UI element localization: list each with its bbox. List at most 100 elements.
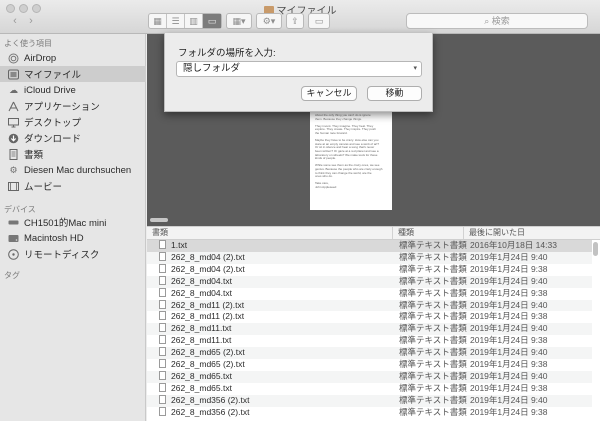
table-row[interactable]: 262_8_md65 (2).txt 標準テキスト書類 2019年1月24日 9… [147,347,592,359]
sidebar-item-label: CH1501的Mac mini [24,218,107,229]
back-button[interactable]: ‹ [8,15,22,28]
file-date: 2019年1月24日 9:38 [470,335,548,346]
sidebar-item-label: Diesen Mac durchsuchen [24,164,132,176]
move-button[interactable]: 移動 [367,86,422,101]
dialog-label: フォルダの場所を入力: [178,48,276,59]
column-view-icon[interactable]: ▥ [185,14,203,28]
search-icon: ⌕ [484,16,490,26]
file-kind: 標準テキスト書類 [399,299,467,310]
coverflow-view-icon[interactable]: ▭ [203,14,221,28]
file-date: 2019年1月24日 9:40 [470,394,548,405]
table-row[interactable]: 262_8_md356 (2).txt 標準テキスト書類 2019年1月24日 … [147,394,592,407]
table-row[interactable]: 262_8_md11.txt 標準テキスト書類 2019年1月24日 9:40 [147,323,592,336]
column-header-kind[interactable]: 種類 [392,227,414,239]
remote-disc-icon [8,248,19,260]
file-name: 262_8_md04.txt [171,287,232,298]
coverflow-scrollbar[interactable] [150,218,168,222]
text-file-icon [159,406,166,416]
sidebar-item-downloads[interactable]: ダウンロード [0,130,146,146]
file-list-scrollbar[interactable] [593,240,599,421]
text-file-icon [159,335,166,345]
gear-icon: ⚙▾ [262,16,276,26]
document-thumbnail[interactable]: About the only thing you can't do is ign… [310,110,392,210]
file-name: 262_8_md65.txt [171,370,232,381]
file-kind: 標準テキスト書類 [399,394,467,405]
file-name: 262_8_md11.txt [171,335,232,346]
file-kind: 標準テキスト書類 [399,382,467,393]
search-input[interactable]: ⌕ 検索 [406,13,588,29]
cloud-icon: ☁ [9,84,18,95]
cancel-button[interactable]: キャンセル [301,86,357,101]
arrange-icon: ▦▾ [232,16,246,26]
table-row[interactable]: 262_8_md356 (2).txt 標準テキスト書類 2019年1月24日 … [147,406,592,419]
table-row[interactable]: 262_8_md65.txt 標準テキスト書類 2019年1月24日 9:40 [147,370,592,383]
column-header-name[interactable]: 書類 [147,227,168,239]
sidebar-item-desktop[interactable]: デスクトップ [0,114,146,130]
table-row[interactable]: 262_8_md04.txt 標準テキスト書類 2019年1月24日 9:38 [147,287,592,300]
tag-icon: ▭ [314,16,324,26]
table-row[interactable]: 262_8_md11 (2).txt 標準テキスト書類 2019年1月24日 9… [147,299,592,312]
text-file-icon [159,263,166,273]
all-files-icon [8,69,19,80]
search-placeholder: 検索 [491,16,510,26]
table-row[interactable]: 262_8_md11.txt 標準テキスト書類 2019年1月24日 9:38 [147,335,592,347]
share-button[interactable]: ⇪ [286,13,304,29]
list-view-icon[interactable]: ☰ [167,14,185,28]
sidebar-item-all-my-files[interactable]: マイファイル [0,66,146,82]
text-file-icon [159,323,166,333]
table-row[interactable]: 1.txt 標準テキスト書類 2016年10月18日 14:33 [147,240,592,252]
table-row[interactable]: 262_8_md65 (2).txt 標準テキスト書類 2019年1月24日 9… [147,359,592,371]
file-name: 262_8_md65 (2).txt [171,359,245,369]
file-date: 2019年1月24日 9:40 [470,299,548,310]
column-header-last-opened[interactable]: 最後に開いた日 [463,227,525,239]
sidebar-item-search-this-mac[interactable]: ⚙ Diesen Mac durchsuchen [0,162,146,178]
file-kind: 標準テキスト書類 [399,359,467,369]
text-file-icon [159,251,166,261]
sidebar-item-mac-mini[interactable]: CH1501的Mac mini [0,214,146,230]
table-row[interactable]: 262_8_md04 (2).txt 標準テキスト書類 2019年1月24日 9… [147,263,592,276]
computer-icon [8,217,19,228]
preview-caption: 1.txt [342,196,360,206]
file-name: 262_8_md356 (2).txt [171,394,250,405]
folder-path-value: 隠しフォルダ [183,63,241,74]
text-file-icon [159,287,166,297]
sidebar-item-remote-disc[interactable]: リモートディスク [0,246,146,262]
file-date: 2019年1月24日 9:40 [470,251,548,262]
folder-path-input[interactable]: 隠しフォルダ ▾ [176,61,422,77]
file-kind: 標準テキスト書類 [399,263,467,274]
view-mode-selector[interactable]: ▦ ☰ ▥ ▭ [148,13,222,29]
tags-button[interactable]: ▭ [308,13,330,29]
table-row[interactable]: 262_8_md11 (2).txt 標準テキスト書類 2019年1月24日 9… [147,311,592,323]
file-kind: 標準テキスト書類 [399,323,467,334]
file-kind: 標準テキスト書類 [399,240,467,250]
sidebar-item-icloud-drive[interactable]: ☁ iCloud Drive [0,82,146,98]
sidebar-item-label: AirDrop [24,52,57,64]
action-button[interactable]: ⚙▾ [256,13,282,29]
chevron-down-icon[interactable]: ▾ [413,62,417,76]
sidebar-item-movies[interactable]: ムービー [0,178,146,194]
forward-button[interactable]: › [24,15,38,28]
file-name: 262_8_md65.txt [171,382,232,393]
icon-view-icon[interactable]: ▦ [149,14,167,28]
scrollbar-thumb[interactable] [593,242,598,256]
file-kind: 標準テキスト書類 [399,347,467,358]
file-date: 2019年1月24日 9:38 [470,287,548,298]
text-file-icon [159,240,166,249]
file-date: 2019年1月24日 9:38 [470,406,548,417]
sidebar-item-documents[interactable]: 書類 [0,146,146,162]
sidebar-item-label: iCloud Drive [24,84,76,96]
text-file-icon [159,311,166,321]
sidebar-item-macintosh-hd[interactable]: Macintosh HD [0,230,146,246]
text-file-icon [159,382,166,392]
table-row[interactable]: 262_8_md65.txt 標準テキスト書類 2019年1月24日 9:38 [147,382,592,395]
sidebar-item-label: ムービー [24,182,63,193]
table-row[interactable]: 262_8_md04 (2).txt 標準テキスト書類 2019年1月24日 9… [147,251,592,264]
file-date: 2016年10月18日 14:33 [470,240,557,250]
sidebar-item-applications[interactable]: アプリケーション [0,98,146,114]
sidebar-item-airdrop[interactable]: AirDrop [0,50,146,66]
file-kind: 標準テキスト書類 [399,370,467,381]
arrange-button[interactable]: ▦▾ [226,13,252,29]
table-row[interactable]: 262_8_md04.txt 標準テキスト書類 2019年1月24日 9:40 [147,275,592,288]
file-list-header: 書類 種類 最後に開いた日 [147,226,600,240]
file-name: 262_8_md04 (2).txt [171,263,245,274]
